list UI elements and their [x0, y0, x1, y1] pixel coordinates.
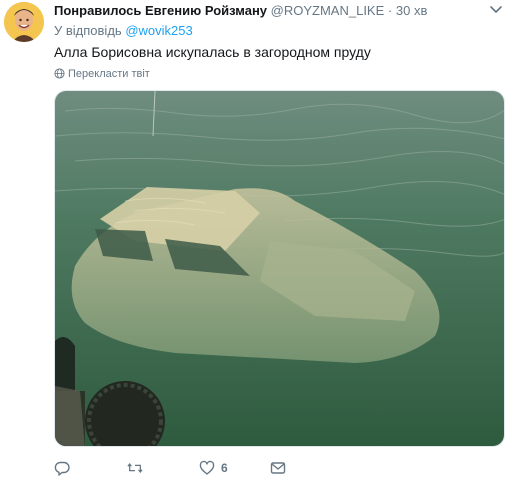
- author-handle[interactable]: @ROYZMAN_LIKE: [271, 3, 385, 18]
- chevron-down-icon[interactable]: [487, 0, 505, 18]
- translate-link[interactable]: Перекласти твіт: [54, 67, 150, 81]
- heart-icon: [199, 460, 215, 475]
- retweet-icon: [127, 463, 143, 473]
- separator-dot: ·: [387, 3, 393, 18]
- reply-context: У відповідь @wovik253: [54, 23, 193, 39]
- timestamp[interactable]: 30 хв: [396, 3, 427, 18]
- avatar[interactable]: [4, 2, 44, 42]
- tweet-actions: 6: [54, 458, 505, 478]
- tweet-photo[interactable]: [54, 90, 505, 447]
- tweet: Понравилось Евгению Ройзману @ROYZMAN_LI…: [0, 0, 530, 488]
- tweet-header: Понравилось Евгению Ройзману @ROYZMAN_LI…: [54, 2, 524, 20]
- author-name[interactable]: Понравилось Евгению Ройзману: [54, 3, 267, 18]
- like-button[interactable]: 6: [199, 458, 228, 478]
- reply-icon: [54, 461, 70, 476]
- direct-message-button[interactable]: [270, 458, 286, 478]
- retweet-button[interactable]: [127, 458, 149, 478]
- message-icon: [270, 462, 286, 474]
- like-count: 6: [221, 461, 228, 475]
- reply-button[interactable]: [54, 458, 76, 478]
- reply-mention-link[interactable]: @wovik253: [125, 23, 192, 38]
- globe-icon: [54, 68, 65, 79]
- reply-prefix: У відповідь: [54, 23, 122, 38]
- translate-label: Перекласти твіт: [68, 68, 150, 80]
- tweet-text: Алла Борисовна искупалась в загородном п…: [54, 44, 371, 60]
